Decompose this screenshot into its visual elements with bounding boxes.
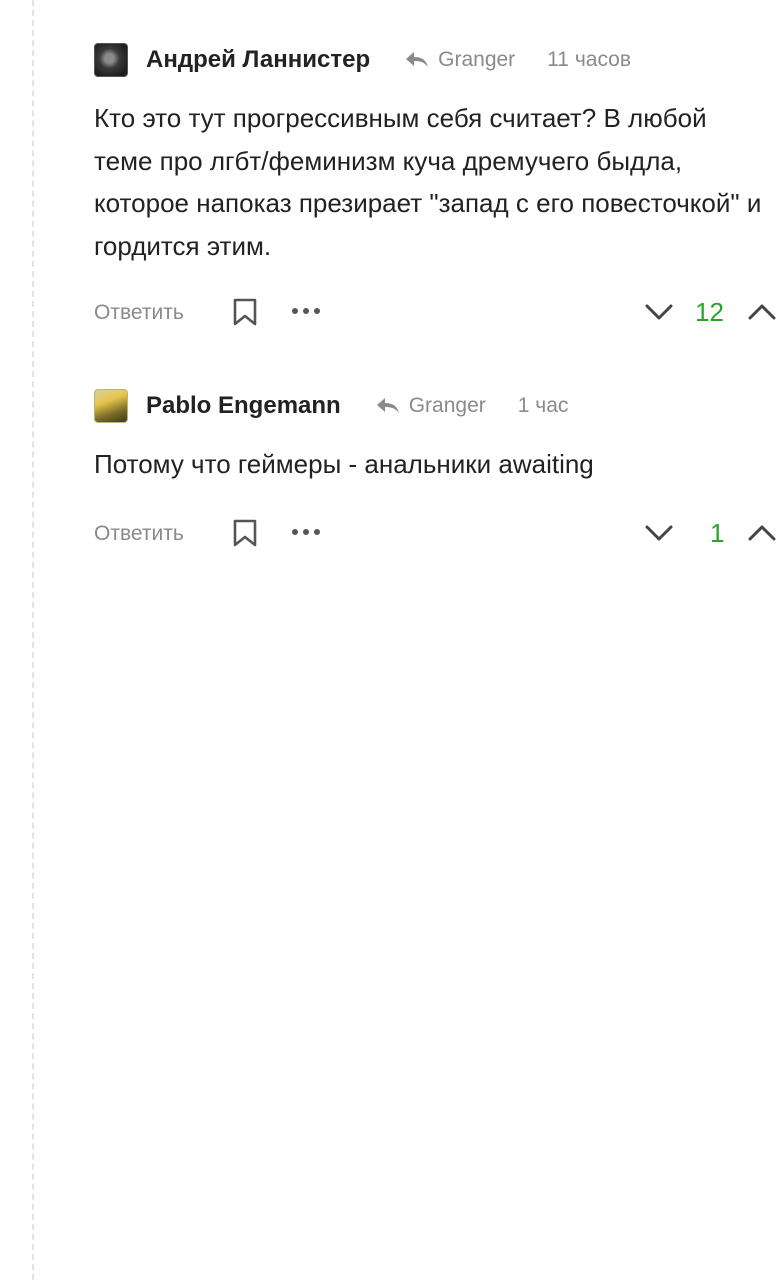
- comment-time[interactable]: 1 час: [518, 394, 569, 418]
- comment: Андрей Ланнистер Granger 11 часов Кто эт…: [94, 38, 782, 335]
- more-dots-icon[interactable]: [291, 307, 321, 315]
- comment-body: Потому что геймеры - анальники awaiting: [94, 443, 782, 486]
- reply-to-name: Granger: [408, 394, 486, 417]
- avatar[interactable]: [94, 389, 128, 423]
- avatar[interactable]: [94, 43, 128, 77]
- more-dots-icon[interactable]: [291, 528, 321, 536]
- reply-button[interactable]: Ответить: [94, 522, 184, 546]
- reply-button[interactable]: Ответить: [94, 301, 184, 325]
- bookmark-icon[interactable]: [232, 518, 258, 548]
- comment-paragraph: Кто это тут прогрессивным себя считает? …: [94, 103, 762, 261]
- reply-to[interactable]: Granger: [404, 48, 515, 72]
- comment: Pablo Engemann Granger 1 час Потому что …: [94, 384, 782, 556]
- chevron-up-icon[interactable]: [747, 297, 777, 327]
- comment-body: Кто это тут прогрессивным себя считает? …: [94, 97, 782, 267]
- chevron-up-icon[interactable]: [747, 518, 777, 548]
- comment-time[interactable]: 11 часов: [547, 48, 631, 72]
- thread-line: [32, 0, 34, 1280]
- comment-actions: Ответить 12: [94, 295, 782, 335]
- reply-arrow-icon: [406, 52, 429, 67]
- chevron-down-icon[interactable]: [644, 518, 674, 548]
- author-name[interactable]: Pablo Engemann: [146, 392, 341, 420]
- reply-to[interactable]: Granger: [375, 394, 486, 418]
- reply-arrow-icon: [376, 398, 399, 413]
- comment-actions: Ответить 1: [94, 516, 782, 556]
- author-name[interactable]: Андрей Ланнистер: [146, 46, 370, 74]
- comment-header: Pablo Engemann Granger 1 час: [94, 384, 782, 428]
- vote-score: 12: [695, 297, 724, 327]
- reply-to-name: Granger: [438, 48, 516, 71]
- bookmark-icon[interactable]: [232, 297, 258, 327]
- comment-header: Андрей Ланнистер Granger 11 часов: [94, 38, 782, 82]
- vote-score: 1: [710, 517, 725, 548]
- comment-paragraph: Потому что геймеры - анальники awaiting: [94, 449, 594, 479]
- chevron-down-icon[interactable]: [644, 297, 674, 327]
